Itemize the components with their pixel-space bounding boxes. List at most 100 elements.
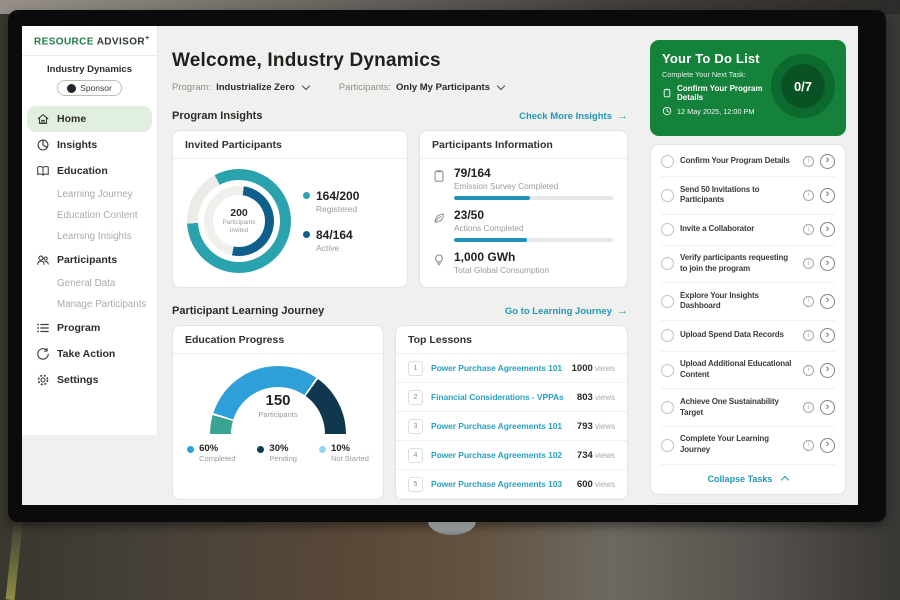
info-icon (803, 440, 814, 451)
sponsor-badge[interactable]: Sponsor (57, 80, 122, 96)
stat-value: 23/50 (454, 208, 613, 222)
sidebar-item-insights[interactable]: Insights (22, 132, 157, 158)
not-started-dot-icon (319, 446, 326, 453)
sidebar-item-learning-journey[interactable]: Learning Journey (22, 184, 157, 205)
todo-checkbox[interactable] (661, 257, 674, 270)
participants-filter[interactable]: Participants: Only My Participants (339, 82, 504, 93)
todo-item-label: Send 50 Invitations to Participants (680, 185, 797, 207)
stat-value: 1,000 GWh (454, 250, 613, 264)
chevron-right-icon[interactable] (820, 256, 835, 271)
lesson-link[interactable]: Power Purchase Agreements 101 (431, 421, 569, 431)
sidebar-item-label: Education (57, 165, 108, 177)
brand-logo[interactable]: RESOURCE ADVISOR+ (22, 35, 157, 56)
info-icon (803, 156, 814, 167)
sidebar-item-manage-participants[interactable]: Manage Participants (22, 294, 157, 315)
invited-donut-outer: 200 Participants Invited (187, 169, 291, 273)
todo-item[interactable]: Upload Spend Data Records (661, 321, 835, 352)
lesson-views-count: 793 (577, 421, 593, 432)
todo-checkbox[interactable] (661, 223, 674, 236)
collapse-tasks-button[interactable]: Collapse Tasks (661, 465, 835, 492)
sidebar-nav: Home Insights Education Learning Journey… (22, 106, 157, 393)
settings-icon (36, 373, 50, 387)
pending-label: Pending (269, 454, 297, 463)
chevron-right-icon[interactable] (820, 294, 835, 309)
stat-row: 1,000 GWh Total Global Consumption (432, 250, 613, 275)
todo-checkbox[interactable] (661, 295, 674, 308)
not-started-percent: 10% (331, 443, 369, 454)
education-progress-title: Education Progress (173, 326, 383, 354)
gauge-center-label: Participants (210, 410, 346, 419)
todo-item[interactable]: Explore Your Insights Dashboard (661, 283, 835, 321)
todo-checkbox[interactable] (661, 189, 674, 202)
chevron-right-icon[interactable] (820, 438, 835, 453)
lesson-link[interactable]: Financial Considerations - VPPAs (431, 392, 569, 402)
stat-label: Actions Completed (454, 223, 613, 233)
todo-item[interactable]: Complete Your Learning Journey (661, 427, 835, 465)
todo-checkbox[interactable] (661, 155, 674, 168)
todo-item-label: Achieve One Sustainability Target (680, 397, 797, 419)
sidebar-item-participants[interactable]: Participants (22, 247, 157, 273)
org-name: Industry Dynamics (22, 64, 157, 75)
lesson-link[interactable]: Power Purchase Agreements 102 (431, 450, 569, 460)
sidebar: RESOURCE ADVISOR+ Industry Dynamics Spon… (22, 26, 158, 505)
todo-checkbox[interactable] (661, 364, 674, 377)
page-title: Welcome, Industry Dynamics (172, 50, 628, 72)
top-lessons-title: Top Lessons (396, 326, 627, 354)
info-icon (803, 258, 814, 269)
check-more-insights-link[interactable]: Check More Insights → (519, 111, 628, 122)
sidebar-item-take-action[interactable]: Take Action (22, 341, 157, 367)
info-icon (803, 330, 814, 341)
chevron-right-icon[interactable] (820, 328, 835, 343)
recent-news-card: Recent News (650, 503, 846, 505)
sidebar-item-education[interactable]: Education (22, 158, 157, 184)
sidebar-item-education-content[interactable]: Education Content (22, 205, 157, 226)
sidebar-panel: RESOURCE ADVISOR+ Industry Dynamics Spon… (22, 26, 158, 435)
chevron-down-icon (301, 82, 309, 90)
lesson-rank-badge: 3 (408, 419, 423, 434)
todo-checkbox[interactable] (661, 329, 674, 342)
chevron-right-icon[interactable] (820, 363, 835, 378)
stat-label: Total Global Consumption (454, 265, 613, 275)
sidebar-item-home[interactable]: Home (27, 106, 152, 132)
todo-item[interactable]: Verify participants requesting to join t… (661, 246, 835, 284)
chevron-right-icon[interactable] (820, 400, 835, 415)
invited-participants-card: Invited Participants 200 Participants In… (172, 130, 408, 288)
lesson-views-count: 600 (577, 479, 593, 490)
completed-label: Completed (199, 454, 235, 463)
chevron-right-icon[interactable] (820, 188, 835, 203)
todo-item[interactable]: Send 50 Invitations to Participants (661, 177, 835, 215)
sidebar-item-general-data[interactable]: General Data (22, 273, 157, 294)
program-icon (36, 321, 50, 335)
legend-active: 84/164 Active (303, 228, 359, 253)
todo-item[interactable]: Upload Additional Educational Content (661, 352, 835, 390)
todo-checkbox[interactable] (661, 439, 674, 452)
sponsor-icon (67, 84, 76, 93)
sidebar-item-program[interactable]: Program (22, 315, 157, 341)
task-icon (662, 88, 672, 98)
participants-information-card: Participants Information 79/164 Emission… (419, 130, 628, 288)
go-to-learning-journey-link[interactable]: Go to Learning Journey → (505, 306, 628, 317)
lesson-views-count: 803 (577, 392, 593, 403)
participants-information-title: Participants Information (420, 131, 627, 159)
lesson-views-suffix: views (593, 422, 615, 431)
lesson-link[interactable]: Power Purchase Agreements 103 (431, 479, 569, 489)
todo-item[interactable]: Confirm Your Program Details (661, 146, 835, 177)
chevron-right-icon[interactable] (820, 154, 835, 169)
lesson-link[interactable]: Power Purchase Agreements 101 (431, 363, 564, 373)
stat-progress-bar (454, 196, 613, 200)
sidebar-item-label: Program (57, 322, 100, 334)
sidebar-item-settings[interactable]: Settings (22, 367, 157, 393)
chevron-right-icon[interactable] (820, 222, 835, 237)
todo-checkbox[interactable] (661, 401, 674, 414)
lesson-row: 4 Power Purchase Agreements 102 734 view… (396, 441, 627, 470)
todo-item[interactable]: Invite a Collaborator (661, 215, 835, 246)
program-filter[interactable]: Program: Industrialize Zero (172, 82, 309, 93)
sponsor-badge-label: Sponsor (80, 83, 112, 93)
todo-item-label: Upload Spend Data Records (680, 330, 797, 341)
gauge-legend: 60% Completed 30% Pending (187, 443, 369, 463)
sidebar-item-learning-insights[interactable]: Learning Insights (22, 226, 157, 247)
main-content: Welcome, Industry Dynamics Program: Indu… (158, 26, 640, 505)
todo-item[interactable]: Achieve One Sustainability Target (661, 389, 835, 427)
home-icon (36, 112, 50, 126)
gauge-center-value: 150 (210, 392, 346, 409)
